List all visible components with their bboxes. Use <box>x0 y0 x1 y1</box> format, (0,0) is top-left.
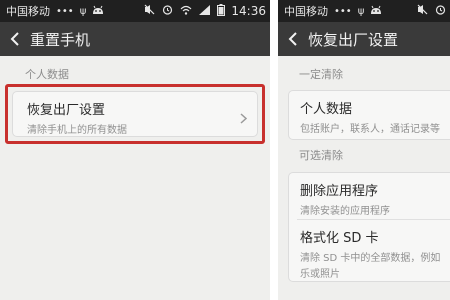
left-phone-screen: 中国移动 ••• ψ 14:36 重置手机 个人数据 恢复出厂设置 清除手机上的… <box>0 0 270 300</box>
title-bar: 恢复出厂设置 <box>278 22 450 56</box>
back-arrow-icon <box>10 32 19 46</box>
item-title: 恢复出厂设置 <box>27 103 106 118</box>
android-icon <box>370 5 382 18</box>
factory-reset-item[interactable]: 恢复出厂设置 清除手机上的所有数据 <box>12 91 258 137</box>
item-subtitle-continued: 乐或照片 <box>300 269 340 280</box>
item-subtitle: 包括账户，联系人，通话记录等 <box>300 124 440 135</box>
highlight-box: 恢复出厂设置 清除手机上的所有数据 <box>5 84 265 144</box>
section-label-personal-data: 个人数据 <box>25 68 69 81</box>
back-arrow-icon <box>288 32 297 46</box>
mute-icon <box>417 4 428 18</box>
status-bar: 中国移动 ••• ψ 14:36 <box>0 0 270 22</box>
usb-icon: ψ <box>357 5 365 17</box>
item-subtitle: 清除安装的应用程序 <box>300 206 390 217</box>
format-sd-item[interactable]: 格式化 SD 卡 清除 SD 卡中的全部数据，例如 乐或照片 <box>289 220 450 280</box>
must-clear-card: 个人数据 包括账户，联系人，通话记录等 <box>288 90 450 140</box>
title-bar: 重置手机 <box>0 22 270 56</box>
page-title: 重置手机 <box>30 30 91 49</box>
item-title: 个人数据 <box>300 102 353 117</box>
alarm-icon <box>435 4 446 18</box>
section-label-must-clear: 一定清除 <box>299 68 343 81</box>
back-button[interactable] <box>0 22 30 56</box>
alarm-icon <box>162 4 173 18</box>
battery-icon <box>217 3 226 19</box>
right-phone-screen: 中国移动 ••• ψ 恢复出厂设置 一定清除 个人数据 包括账户，联系人，通话记… <box>278 0 450 300</box>
item-subtitle: 清除手机上的所有数据 <box>27 125 127 136</box>
delete-apps-item[interactable]: 删除应用程序 清除安装的应用程序 <box>289 173 450 219</box>
personal-data-item[interactable]: 个人数据 包括账户，联系人，通话记录等 <box>289 91 450 135</box>
carrier-label: 中国移动 <box>6 5 50 18</box>
page-title: 恢复出厂设置 <box>308 30 399 49</box>
signal-dots: ••• <box>334 5 352 17</box>
item-title: 删除应用程序 <box>300 184 379 199</box>
wifi-icon <box>180 5 192 18</box>
android-icon <box>92 5 104 18</box>
item-title: 格式化 SD 卡 <box>300 231 379 246</box>
optional-clear-card: 删除应用程序 清除安装的应用程序 格式化 SD 卡 清除 SD 卡中的全部数据，… <box>288 172 450 282</box>
signal-bars-icon <box>199 4 211 18</box>
signal-dots: ••• <box>56 5 74 17</box>
carrier-label: 中国移动 <box>284 5 328 18</box>
chevron-right-icon <box>240 109 248 128</box>
section-label-optional-clear: 可选清除 <box>299 149 343 162</box>
item-subtitle: 清除 SD 卡中的全部数据，例如 <box>300 253 441 264</box>
status-bar: 中国移动 ••• ψ <box>278 0 450 22</box>
status-time: 14:36 <box>231 4 266 18</box>
usb-icon: ψ <box>79 5 87 17</box>
mute-icon <box>144 4 155 18</box>
back-button[interactable] <box>278 22 308 56</box>
